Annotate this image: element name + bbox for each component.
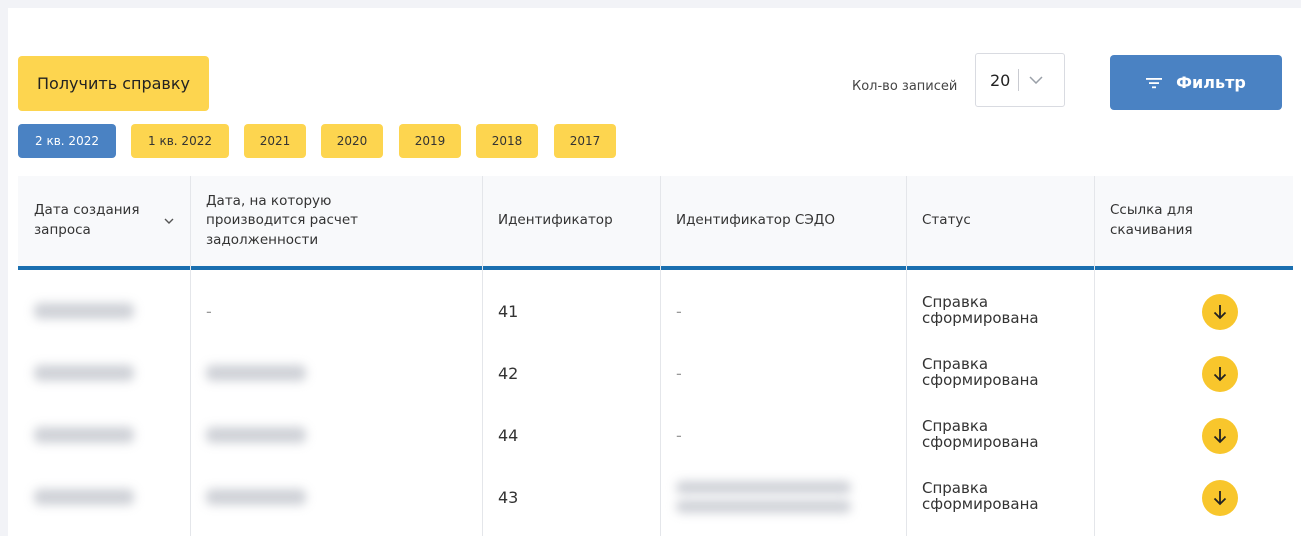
column-header-created-label: Дата создания запроса [34, 202, 140, 238]
cell-calc-date [190, 466, 482, 528]
download-button[interactable] [1202, 418, 1238, 454]
column-header-created[interactable]: Дата создания запроса [18, 176, 190, 266]
records-count-label: Кол-во записей [852, 79, 958, 94]
records-count-select[interactable]: 20 [975, 53, 1065, 107]
cell-status: Справка сформирована [906, 404, 1094, 466]
filter-lines-icon [1146, 77, 1163, 88]
cell-id: 41 [498, 301, 519, 321]
column-header-calc-date-label: Дата, на которую производится расчет зад… [206, 192, 359, 248]
table-row: 44 - Справка сформирована [18, 404, 1293, 466]
redacted-value [34, 427, 134, 443]
redacted-value [34, 365, 134, 381]
period-tab-2019[interactable]: 2019 [399, 124, 461, 158]
period-tab-2020[interactable]: 2020 [321, 124, 383, 158]
download-button[interactable] [1202, 294, 1238, 330]
period-tab-2q-2022[interactable]: 2 кв. 2022 [18, 124, 116, 158]
period-tab-1q-2022[interactable]: 1 кв. 2022 [131, 124, 229, 158]
cell-id: 43 [498, 487, 519, 507]
column-header-status: Статус [922, 212, 971, 229]
cell-sedo-id: - [676, 425, 682, 445]
cell-created [18, 342, 190, 404]
cell-id: 44 [498, 425, 519, 445]
column-header-calc-date: Дата, на которую производится расчет зад… [190, 176, 482, 266]
status-text: Справка сформирована [922, 417, 1039, 451]
filter-label: Фильтр [1176, 73, 1246, 92]
filter-button[interactable]: Фильтр [1110, 55, 1282, 110]
chevron-down-icon [164, 218, 174, 224]
arrow-down-icon [1213, 305, 1227, 320]
table-row: 43 Справка сформирована [18, 466, 1293, 528]
cell-sedo-id: - [676, 301, 682, 321]
status-text: Справка сформирована [922, 293, 1039, 327]
arrow-down-icon [1213, 491, 1227, 506]
column-header-download-label: Ссылка для скачивания [1110, 202, 1193, 238]
redacted-value [206, 427, 306, 443]
chevron-down-icon [1029, 76, 1043, 84]
redacted-value [206, 489, 306, 505]
cell-created [18, 466, 190, 528]
table-row: 42 - Справка сформирована [18, 342, 1293, 404]
period-tab-2018[interactable]: 2018 [476, 124, 538, 158]
column-header-sedo-id: Идентификатор СЭДО [676, 212, 835, 229]
status-text: Справка сформирована [922, 479, 1039, 513]
download-button[interactable] [1202, 480, 1238, 516]
cell-status: Справка сформирована [906, 342, 1094, 404]
select-separator [1018, 69, 1020, 91]
arrow-down-icon [1213, 429, 1227, 444]
cell-id: 42 [498, 363, 519, 383]
status-text: Справка сформирована [922, 355, 1039, 389]
cell-status: Справка сформирована [906, 466, 1094, 528]
cell-calc-date [190, 404, 482, 466]
cell-status: Справка сформирована [906, 280, 1094, 342]
column-header-download: Ссылка для скачивания [1094, 176, 1293, 266]
redacted-value [206, 365, 306, 381]
column-header-id: Идентификатор [498, 212, 613, 229]
redacted-value [34, 303, 134, 319]
cell-sedo-id [660, 466, 906, 528]
arrow-down-icon [1213, 367, 1227, 382]
period-tab-2017[interactable]: 2017 [554, 124, 616, 158]
get-report-button[interactable]: Получить справку [18, 56, 209, 111]
records-count-value: 20 [990, 70, 1011, 90]
cell-calc-date: - [206, 301, 212, 321]
redacted-value [34, 489, 134, 505]
redacted-value [676, 481, 851, 513]
table-row: - 41 - Справка сформирована [18, 280, 1293, 342]
cell-sedo-id: - [676, 363, 682, 383]
table-header: Дата создания запроса Дата, на которую п… [18, 176, 1293, 270]
download-button[interactable] [1202, 356, 1238, 392]
cell-calc-date [190, 342, 482, 404]
period-tab-2021[interactable]: 2021 [244, 124, 306, 158]
cell-created [18, 280, 190, 342]
cell-created [18, 404, 190, 466]
